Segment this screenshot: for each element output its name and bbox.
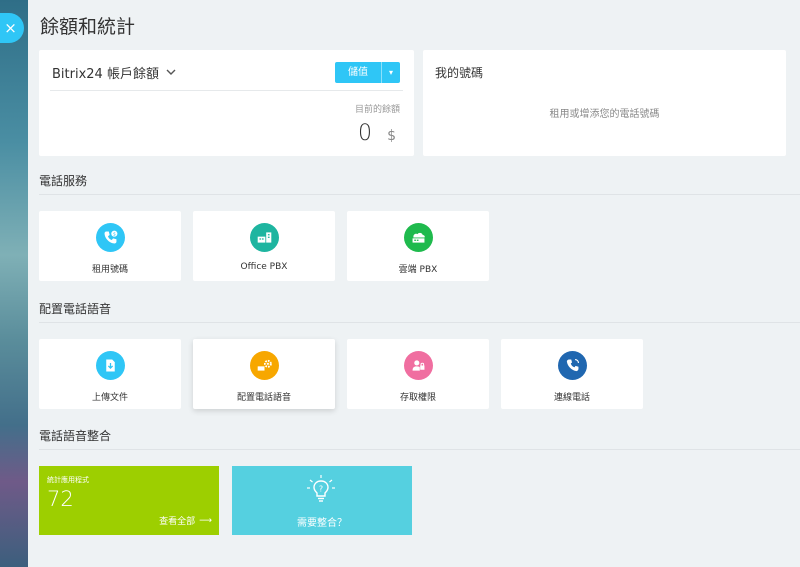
arrow-right-icon: ⟶ xyxy=(199,515,212,526)
view-all-link[interactable]: 查看全部 ⟶ xyxy=(159,514,212,528)
chevron-down-icon: ▾ xyxy=(388,68,393,77)
account-selector[interactable]: Bitrix24 帳戶餘額 xyxy=(52,63,176,82)
phone-dollar-icon: $ xyxy=(96,223,125,252)
lightbulb-icon: ? xyxy=(307,475,335,502)
svg-text:$: $ xyxy=(113,231,116,237)
cloud-pbx-icon xyxy=(404,223,433,252)
account-label: Bitrix24 帳戶餘額 xyxy=(52,67,159,82)
topup-button[interactable]: 儲值 xyxy=(335,62,381,83)
tile-label: 配置電話語音 xyxy=(236,393,291,403)
office-pbx-icon xyxy=(250,223,279,252)
close-icon: × xyxy=(4,19,17,37)
section-title-services: 電話服務 xyxy=(39,174,88,188)
tile-cloud-pbx[interactable]: 雲端 PBX xyxy=(347,211,489,281)
topup-dropdown-button[interactable]: ▾ xyxy=(381,62,400,83)
need-integration-label: 需要整合？ xyxy=(297,518,347,529)
section-divider xyxy=(39,449,800,450)
svg-text:?: ? xyxy=(319,485,323,494)
tile-upload-document[interactable]: 上傳文件 xyxy=(39,339,181,409)
section-title-integration: 電話語音整合 xyxy=(39,429,112,443)
tile-office-pbx[interactable]: Office PBX xyxy=(193,211,335,281)
tile-label: 上傳文件 xyxy=(91,393,128,403)
current-balance-label: 目前的餘額 xyxy=(354,105,400,115)
settings-gear-icon xyxy=(250,351,279,380)
tile-access-permissions[interactable]: 存取權限 xyxy=(347,339,489,409)
apps-caption: 統計應用程式 xyxy=(47,476,89,484)
tile-rent-number[interactable]: $ 租用號碼 xyxy=(39,211,181,281)
page-title: 餘額和統計 xyxy=(40,16,136,38)
tile-connect-phone[interactable]: 連線電話 xyxy=(501,339,643,409)
upload-document-icon xyxy=(96,351,125,380)
tile-configure-telephony[interactable]: 配置電話語音 xyxy=(193,339,335,409)
tile-label: 連線電話 xyxy=(553,393,590,403)
divider xyxy=(50,90,403,91)
section-title-configure: 配置電話語音 xyxy=(39,302,112,316)
chevron-down-icon xyxy=(166,69,176,75)
apps-stats-tile[interactable]: 統計應用程式 72 查看全部 ⟶ xyxy=(39,466,219,535)
my-numbers-empty-text: 租用或增添您的電話號碼 xyxy=(549,109,660,120)
topup-button-group: 儲值 ▾ xyxy=(335,62,400,83)
tile-label: 租用號碼 xyxy=(91,265,128,275)
background-strip xyxy=(0,0,28,567)
balance-currency: $ xyxy=(387,128,396,144)
my-numbers-title: 我的號碼 xyxy=(435,66,484,80)
connect-phone-icon xyxy=(558,351,587,380)
tile-label: 存取權限 xyxy=(399,393,436,403)
view-all-label: 查看全部 xyxy=(159,517,196,527)
section-divider xyxy=(39,322,800,323)
section-divider xyxy=(39,194,800,195)
access-lock-icon xyxy=(404,351,433,380)
need-integration-tile[interactable]: ? 需要整合？ xyxy=(232,466,412,535)
tile-label: 雲端 PBX xyxy=(398,265,438,275)
balance-card: Bitrix24 帳戶餘額 儲值 ▾ 目前的餘額 0 $ xyxy=(39,50,414,156)
apps-count: 72 xyxy=(47,487,74,511)
tile-label: Office PBX xyxy=(240,262,288,272)
balance-amount: 0 xyxy=(358,121,372,146)
my-numbers-card: 我的號碼 租用或增添您的電話號碼 xyxy=(423,50,786,156)
slider-panel: 餘額和統計 Bitrix24 帳戶餘額 儲值 ▾ 目前的餘額 0 $ 我的號碼 … xyxy=(28,0,800,567)
